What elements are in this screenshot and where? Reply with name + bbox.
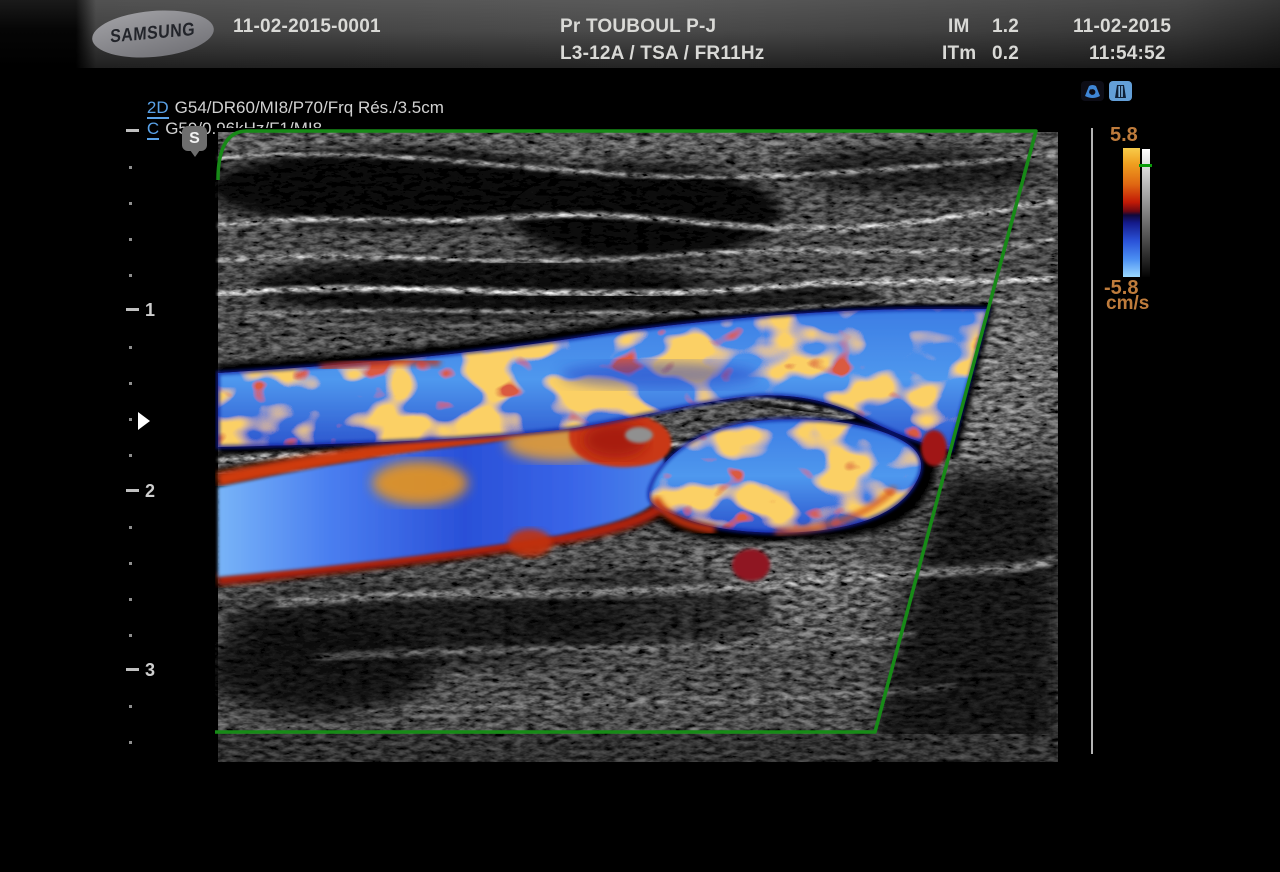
- scale-unit-label: cm/s: [1106, 293, 1149, 315]
- ti-label: ITm: [942, 43, 976, 65]
- samsung-logo: SAMSUNG: [90, 6, 216, 62]
- ruler-major-tick: [126, 489, 139, 492]
- linear-probe-glyph: [1111, 83, 1130, 99]
- ruler-minor-tick: [129, 346, 132, 349]
- ruler-label-2: 2: [145, 481, 155, 502]
- ruler-minor-tick: [129, 202, 132, 205]
- ruler-minor-tick: [129, 238, 132, 241]
- mi-value: 1.2: [992, 16, 1019, 38]
- convex-probe-icon[interactable]: [1081, 81, 1104, 101]
- ruler-major-tick: [126, 668, 139, 671]
- patient-id: 11-02-2015-0001: [233, 16, 381, 38]
- convex-probe-glyph: [1083, 83, 1102, 99]
- ultrasound-image[interactable]: [215, 128, 1058, 762]
- ruler-label-3: 3: [145, 660, 155, 681]
- exam-date: 11-02-2015: [1073, 16, 1171, 38]
- header-bar: SAMSUNG 11-02-2015-0001 Pr TOUBOUL P-J L…: [0, 0, 1280, 68]
- flow-jet-red-blob: [921, 430, 947, 466]
- ti-value: 0.2: [992, 43, 1019, 65]
- scale-max-label: 5.8: [1110, 124, 1138, 147]
- scale-separator-line: [1091, 128, 1093, 754]
- ruler-minor-tick: [129, 634, 132, 637]
- ruler-minor-tick: [129, 166, 132, 169]
- linear-probe-icon[interactable]: [1109, 81, 1132, 101]
- orientation-marker-letter: S: [189, 130, 200, 148]
- ruler-label-1: 1: [145, 300, 155, 321]
- ruler-minor-tick: [129, 526, 132, 529]
- ruler-minor-tick: [129, 454, 132, 457]
- velocity-colorbar[interactable]: [1123, 148, 1140, 277]
- focus-arrow-marker[interactable]: [138, 412, 150, 430]
- ruler-minor-tick: [129, 705, 132, 708]
- ruler-minor-tick: [129, 741, 132, 744]
- ruler-minor-tick: [129, 598, 132, 601]
- ruler-minor-tick: [129, 418, 132, 421]
- ultrasound-canvas: [215, 128, 1058, 762]
- mi-label: IM: [948, 16, 970, 38]
- grayscale-bar: [1142, 149, 1150, 277]
- ruler-minor-tick: [129, 562, 132, 565]
- grayscale-green-tick: [1139, 164, 1152, 167]
- ruler-major-tick: [126, 308, 139, 311]
- samsung-logo-text: SAMSUNG: [110, 20, 195, 48]
- ruler-minor-tick: [129, 274, 132, 277]
- ruler-major-tick: [126, 129, 139, 132]
- ultrasound-screen: SAMSUNG 11-02-2015-0001 Pr TOUBOUL P-J L…: [0, 0, 1280, 872]
- mode-color-link[interactable]: C: [147, 119, 159, 140]
- exam-time: 11:54:52: [1089, 43, 1166, 65]
- probe-preset: L3-12A / TSA / FR11Hz: [560, 43, 764, 65]
- physician-name: Pr TOUBOUL P-J: [560, 16, 716, 38]
- small-vessel-blob: [732, 549, 770, 581]
- orientation-marker: S: [182, 126, 207, 151]
- ruler-minor-tick: [129, 382, 132, 385]
